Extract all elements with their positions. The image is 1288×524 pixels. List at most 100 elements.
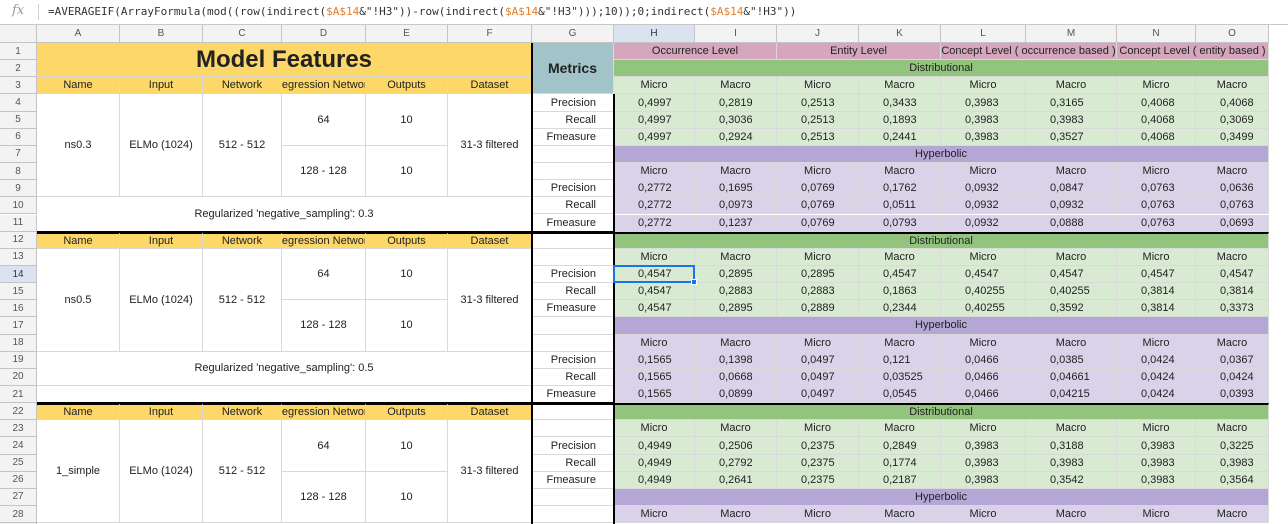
distributional-band[interactable]: Distributional xyxy=(614,403,1269,421)
metric-value-cell[interactable]: 0,0693 xyxy=(1196,214,1269,232)
macro-header-cell[interactable]: Macro xyxy=(695,163,777,181)
metric-value-cell[interactable]: 0,0763 xyxy=(1117,180,1196,198)
regularization-note-cell[interactable]: Regularized 'negative_sampling': 0.3 xyxy=(37,197,532,232)
metric-value-cell[interactable]: 0,4547 xyxy=(859,265,941,284)
metric-value-cell[interactable]: 0,0497 xyxy=(777,351,859,369)
metric-name-recall[interactable]: Recall xyxy=(532,283,614,301)
features-header-cell[interactable]: Dataset xyxy=(448,77,532,95)
metric-value-cell[interactable]: 0,4547 xyxy=(1026,265,1117,284)
metric-value-cell[interactable]: 0,4068 xyxy=(1117,111,1196,129)
regularization-note-cell[interactable]: Regularized 'negative_sampling': 0.5 xyxy=(37,351,532,386)
column-header-j[interactable]: J xyxy=(777,25,859,43)
regression-network-cell[interactable]: 128 - 128 xyxy=(282,145,366,198)
micro-header-cell[interactable]: Micro xyxy=(614,163,695,181)
features-header-cell[interactable]: Name xyxy=(37,403,120,421)
dataset-cell[interactable]: 31-3 filtered xyxy=(448,94,532,198)
metric-value-cell[interactable]: 0,3983 xyxy=(1026,454,1117,472)
micro-header-cell[interactable]: Micro xyxy=(777,77,859,95)
metric-value-cell[interactable]: 0,0769 xyxy=(777,214,859,232)
macro-header-cell[interactable]: Macro xyxy=(1026,77,1117,95)
micro-header-cell[interactable]: Micro xyxy=(941,420,1026,438)
features-header-cell[interactable]: Dataset xyxy=(448,403,532,421)
metric-value-cell[interactable]: 0,2344 xyxy=(859,300,941,318)
metric-value-cell[interactable]: 0,0545 xyxy=(859,386,941,404)
metric-name-fmeasure[interactable]: Fmeasure xyxy=(532,386,614,404)
metric-value-cell[interactable]: 0,0424 xyxy=(1117,368,1196,386)
metric-value-cell[interactable]: 0,2792 xyxy=(695,454,777,472)
column-header-f[interactable]: F xyxy=(448,25,532,43)
metric-value-cell[interactable]: 0,3165 xyxy=(1026,94,1117,112)
metric-value-cell[interactable]: 0,4949 xyxy=(614,437,695,455)
macro-header-cell[interactable]: Macro xyxy=(859,77,941,95)
metric-value-cell[interactable]: 0,2895 xyxy=(777,265,859,284)
metric-name-fmeasure[interactable]: Fmeasure xyxy=(532,300,614,318)
empty-cell[interactable] xyxy=(532,145,614,164)
column-header-b[interactable]: B xyxy=(120,25,203,43)
micro-header-cell[interactable]: Micro xyxy=(941,506,1026,524)
metric-value-cell[interactable]: 0,2513 xyxy=(777,111,859,129)
metric-value-cell[interactable]: 0,0497 xyxy=(777,368,859,386)
row-header[interactable]: 7 xyxy=(0,145,37,164)
features-header-cell[interactable]: Network xyxy=(203,403,282,421)
macro-header-cell[interactable]: Macro xyxy=(1196,248,1269,266)
column-header-c[interactable]: C xyxy=(203,25,282,43)
metric-name-recall[interactable]: Recall xyxy=(532,197,614,215)
outputs-cell[interactable]: 10 xyxy=(366,471,448,524)
micro-header-cell[interactable]: Micro xyxy=(777,420,859,438)
regression-network-cell[interactable]: 128 - 128 xyxy=(282,471,366,524)
metric-value-cell[interactable]: 0,0793 xyxy=(859,214,941,232)
metric-value-cell[interactable]: 0,2772 xyxy=(614,180,695,198)
metric-value-cell[interactable]: 0,3814 xyxy=(1117,283,1196,301)
metric-value-cell[interactable]: 0,4547 xyxy=(614,300,695,318)
level-header-cell[interactable]: Entity Level xyxy=(777,43,941,61)
model-input-cell[interactable]: ELMo (1024) xyxy=(120,94,203,198)
empty-cell[interactable] xyxy=(532,506,614,524)
macro-header-cell[interactable]: Macro xyxy=(695,248,777,266)
metric-value-cell[interactable]: 0,2375 xyxy=(777,471,859,489)
metric-value-cell[interactable]: 0,3188 xyxy=(1026,437,1117,455)
features-header-cell[interactable]: Input xyxy=(120,403,203,421)
metric-value-cell[interactable]: 0,4949 xyxy=(614,471,695,489)
micro-header-cell[interactable]: Micro xyxy=(941,248,1026,266)
metric-value-cell[interactable]: 0,3814 xyxy=(1117,300,1196,318)
row-header[interactable]: 6 xyxy=(0,128,37,146)
features-header-cell[interactable]: Input xyxy=(120,231,203,249)
micro-header-cell[interactable]: Micro xyxy=(941,334,1026,352)
row-header[interactable]: 14 xyxy=(0,265,37,284)
metric-value-cell[interactable]: 0,1695 xyxy=(695,180,777,198)
row-header[interactable]: 22 xyxy=(0,403,37,421)
column-header-n[interactable]: N xyxy=(1117,25,1196,43)
metric-value-cell[interactable]: 0,04215 xyxy=(1026,386,1117,404)
metric-value-cell[interactable]: 0,3983 xyxy=(941,471,1026,489)
outputs-cell[interactable]: 10 xyxy=(366,420,448,472)
metric-value-cell[interactable]: 0,3499 xyxy=(1196,128,1269,146)
micro-header-cell[interactable]: Micro xyxy=(1117,248,1196,266)
macro-header-cell[interactable]: Macro xyxy=(859,334,941,352)
metric-value-cell[interactable]: 0,2772 xyxy=(614,197,695,215)
metric-value-cell[interactable]: 0,1774 xyxy=(859,454,941,472)
row-header[interactable]: 5 xyxy=(0,111,37,129)
metric-value-cell[interactable]: 0,3527 xyxy=(1026,128,1117,146)
row-header[interactable]: 1 xyxy=(0,43,37,61)
metric-value-cell[interactable]: 0,0763 xyxy=(1117,214,1196,232)
features-header-cell[interactable]: Input xyxy=(120,77,203,95)
micro-header-cell[interactable]: Micro xyxy=(1117,506,1196,524)
regression-network-cell[interactable]: 64 xyxy=(282,94,366,146)
row-header[interactable]: 8 xyxy=(0,163,37,181)
metric-value-cell[interactable]: 0,4547 xyxy=(941,265,1026,284)
metric-value-cell[interactable]: 0,0769 xyxy=(777,180,859,198)
metric-value-cell[interactable]: 0,4547 xyxy=(614,265,695,284)
distributional-band[interactable]: Distributional xyxy=(614,231,1269,249)
dataset-cell[interactable]: 31-3 filtered xyxy=(448,420,532,524)
row-header[interactable]: 20 xyxy=(0,368,37,386)
macro-header-cell[interactable]: Macro xyxy=(1196,334,1269,352)
row-header[interactable]: 25 xyxy=(0,454,37,472)
empty-cell[interactable] xyxy=(532,317,614,335)
macro-header-cell[interactable]: Macro xyxy=(1026,248,1117,266)
metric-value-cell[interactable]: 0,3814 xyxy=(1196,283,1269,301)
metric-value-cell[interactable]: 0,0932 xyxy=(941,180,1026,198)
row-header[interactable]: 9 xyxy=(0,180,37,198)
column-header-m[interactable]: M xyxy=(1026,25,1117,43)
hyperbolic-band[interactable]: Hyperbolic xyxy=(614,145,1269,164)
metric-value-cell[interactable]: 0,2883 xyxy=(777,283,859,301)
